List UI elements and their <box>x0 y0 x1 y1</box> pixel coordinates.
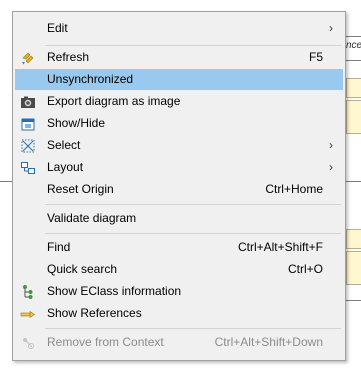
remove-context-icon <box>23 338 34 349</box>
menu-item-label: Select <box>47 138 81 152</box>
diagram-node[interactable] <box>346 100 361 134</box>
select-icon <box>21 139 35 153</box>
menu-item-find[interactable]: Find Ctrl+Alt+Shift+F <box>15 237 343 258</box>
menu-item-quick-search[interactable]: Quick search Ctrl+O <box>15 259 343 280</box>
menu-item-label: Export diagram as image <box>47 94 181 108</box>
diagram-edge <box>346 300 361 301</box>
menu-item-reset-origin[interactable]: Reset Origin Ctrl+Home <box>15 179 343 200</box>
submenu-arrow-icon: › <box>329 138 333 152</box>
menu-item-validate-diagram[interactable]: Validate diagram <box>15 208 343 229</box>
menu-item-shortcut: Ctrl+Alt+Shift+Down <box>214 335 323 349</box>
diagram-edge <box>0 181 12 182</box>
menu-separator <box>45 45 341 46</box>
diagram-edge <box>346 36 361 37</box>
menu-item-label: Quick search <box>47 262 118 276</box>
references-icon <box>20 310 36 319</box>
diagram-edge <box>346 181 361 182</box>
camera-icon <box>21 96 35 108</box>
menu-item-label: Show/Hide <box>47 116 106 130</box>
menu-item-shortcut: Ctrl+Alt+Shift+F <box>237 240 323 254</box>
menu-item-label: Show References <box>47 306 142 320</box>
diagram-node[interactable] <box>346 78 361 98</box>
menu-separator <box>45 233 341 234</box>
menu-item-label: Layout <box>47 160 84 174</box>
diagram-caption-fragment: nce <box>346 40 361 51</box>
menu-item-shortcut: F5 <box>308 50 323 64</box>
menu-item-label: Reset Origin <box>47 182 114 196</box>
diagram-node[interactable] <box>346 229 361 249</box>
refresh-icon <box>22 52 34 65</box>
menu-item-label: Edit <box>47 21 68 35</box>
menu-item-remove-from-context[interactable]: Remove from Context Ctrl+Alt+Shift+Down <box>15 332 343 353</box>
diagram-edge <box>346 60 361 61</box>
show-hide-icon <box>21 118 35 131</box>
layout-icon <box>21 162 35 174</box>
menu-item-unsynchronized[interactable]: Unsynchronized <box>15 69 343 90</box>
menu-item-label: Show EClass information <box>47 284 182 298</box>
menu-item-refresh[interactable]: Refresh F5 <box>15 47 343 68</box>
submenu-arrow-icon: › <box>329 21 333 35</box>
menu-item-show-hide[interactable]: Show/Hide <box>15 113 343 134</box>
diagram-node[interactable] <box>346 251 361 285</box>
menu-item-export-diagram-as-image[interactable]: Export diagram as image <box>15 91 343 112</box>
menu-item-label: Remove from Context <box>47 335 164 349</box>
menu-separator <box>45 204 341 205</box>
menu-item-label: Refresh <box>47 50 90 64</box>
eclass-tree-icon <box>23 285 33 299</box>
menu-item-label: Validate diagram <box>47 211 137 225</box>
submenu-arrow-icon: › <box>329 160 333 174</box>
menu-item-label: Find <box>47 240 71 254</box>
context-menu: Edit › Refresh F5 Unsynchronized Export … <box>12 11 346 361</box>
menu-separator <box>45 328 341 329</box>
menu-item-shortcut: Ctrl+O <box>287 262 323 276</box>
menu-item-layout[interactable]: Layout › <box>15 157 343 178</box>
menu-item-edit[interactable]: Edit › <box>15 18 343 39</box>
menu-item-label: Unsynchronized <box>47 72 134 86</box>
menu-item-show-eclass-information[interactable]: Show EClass information <box>15 281 343 302</box>
menu-item-shortcut: Ctrl+Home <box>265 182 323 196</box>
menu-item-show-references[interactable]: Show References <box>15 303 343 324</box>
menu-item-select[interactable]: Select › <box>15 135 343 156</box>
